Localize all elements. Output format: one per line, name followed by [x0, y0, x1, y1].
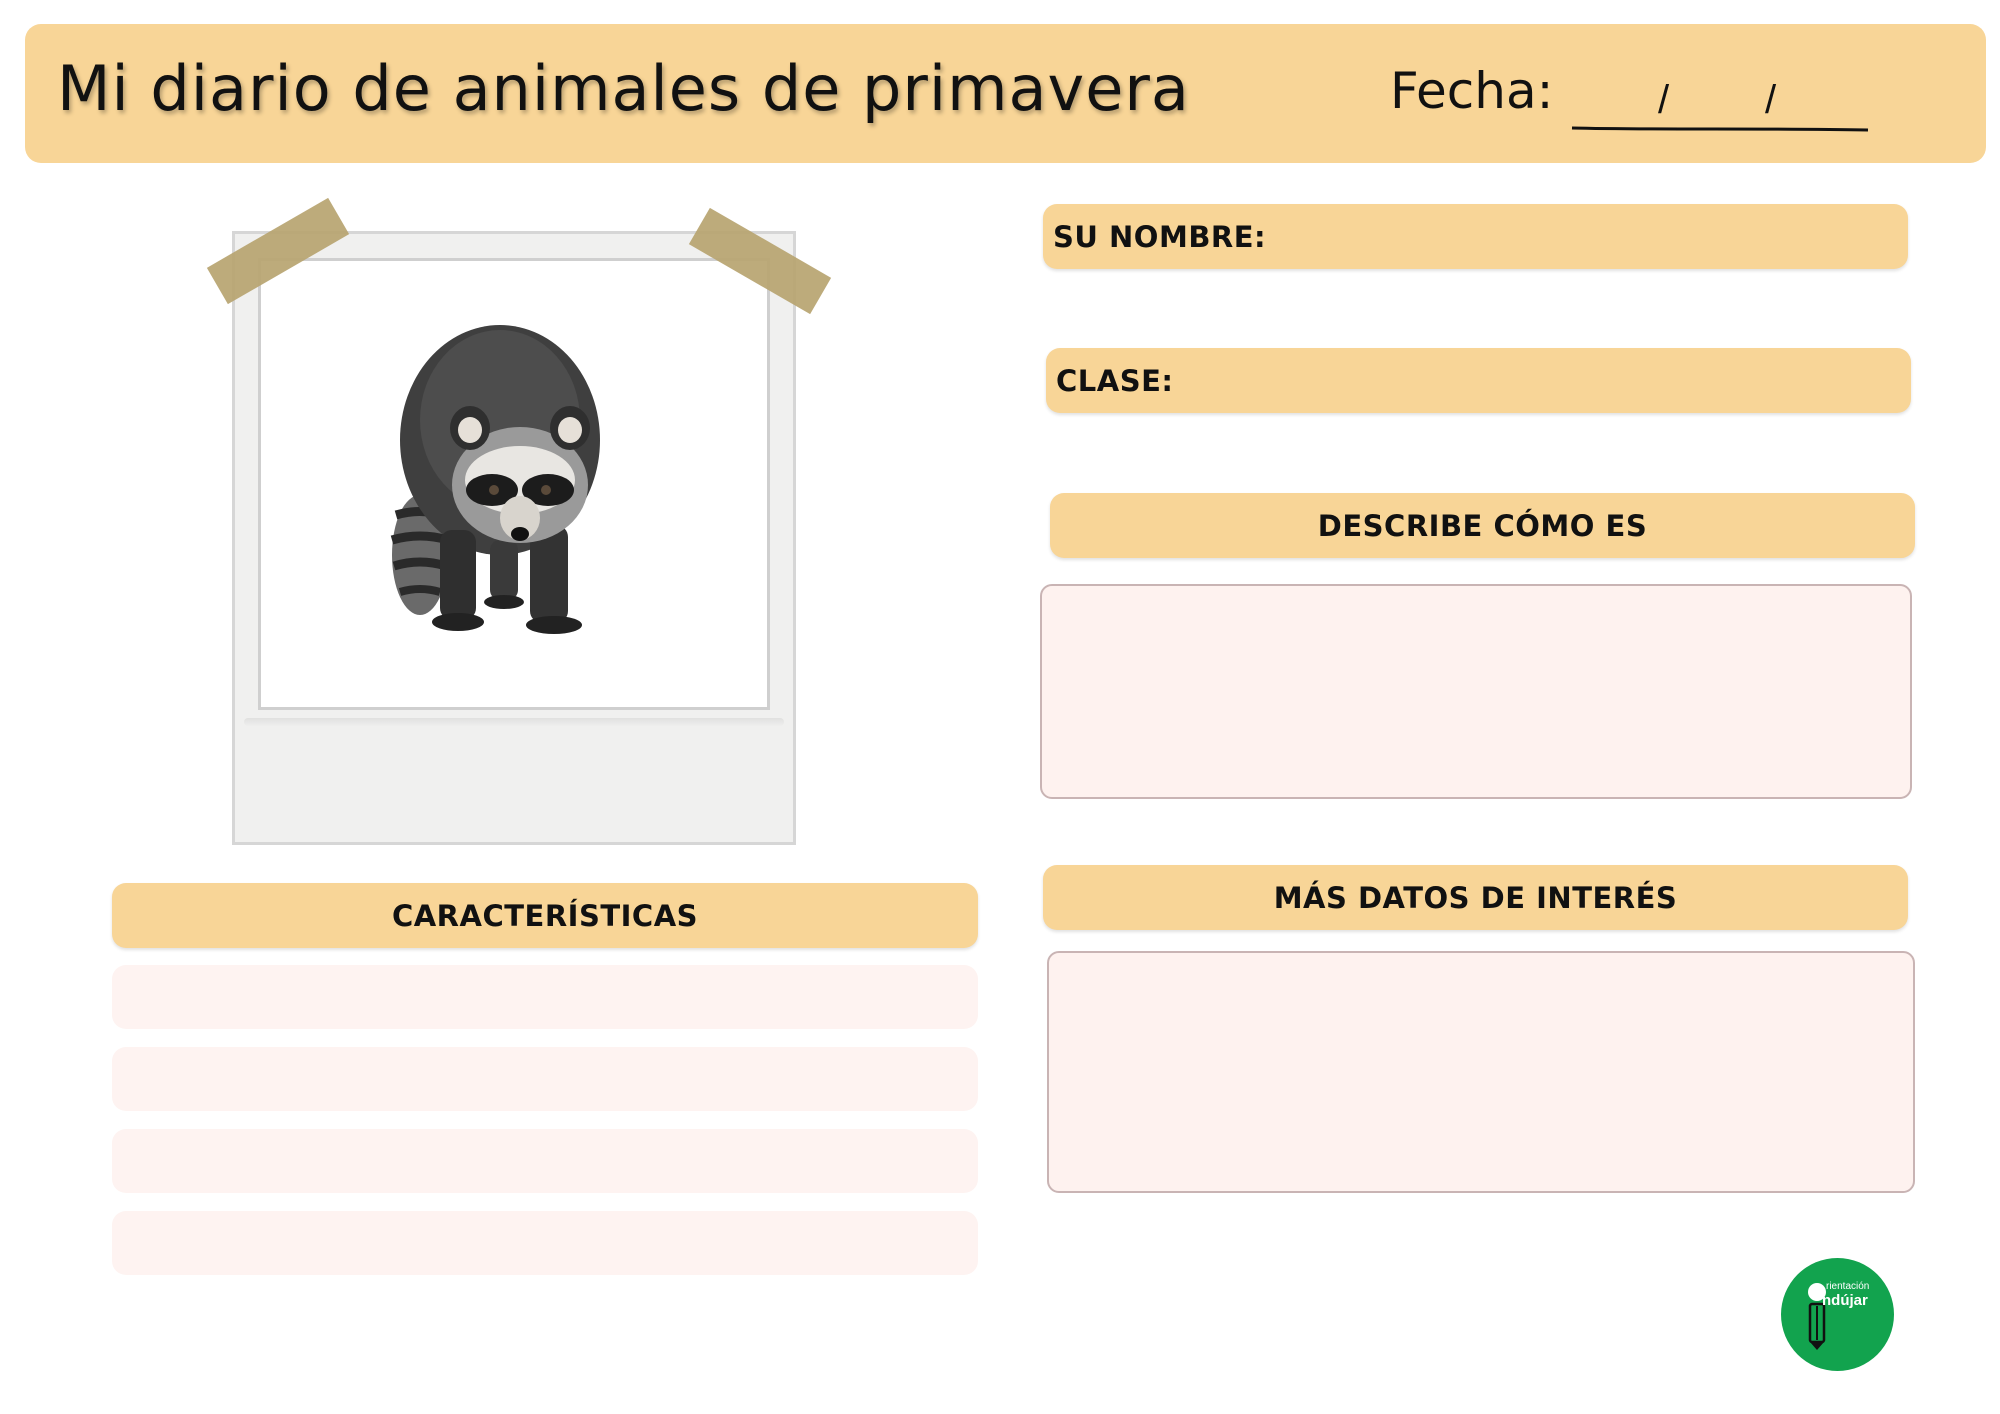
characteristics-header: CARACTERÍSTICAS [112, 883, 978, 948]
logo-text-line1: rientación [1826, 1281, 1870, 1292]
class-label: CLASE: [1056, 363, 1174, 398]
characteristic-line-2[interactable] [112, 1047, 978, 1111]
logo [1781, 1258, 1894, 1371]
more-data-title: MÁS DATOS DE INTERÉS [1273, 880, 1678, 915]
name-field[interactable]: SU NOMBRE: [1043, 204, 1908, 269]
date-separator-2: / [1765, 78, 1777, 122]
describe-header: DESCRIBE CÓMO ES [1050, 493, 1915, 558]
characteristics-title: CARACTERÍSTICAS [391, 898, 699, 933]
describe-textbox[interactable] [1040, 584, 1912, 799]
name-label: SU NOMBRE: [1053, 219, 1267, 254]
date-separator-1: / [1658, 78, 1670, 122]
more-data-textbox[interactable] [1047, 951, 1915, 1193]
characteristic-line-4[interactable] [112, 1211, 978, 1275]
more-data-header: MÁS DATOS DE INTERÉS [1043, 865, 1908, 930]
characteristic-line-3[interactable] [112, 1129, 978, 1193]
date-label: Fecha: [1390, 62, 1554, 120]
photo-shadow [244, 718, 784, 726]
logo-text-line2: ndújar [1822, 1292, 1868, 1309]
class-field[interactable]: CLASE: [1046, 348, 1911, 413]
date-field[interactable]: / / [1570, 68, 1870, 138]
raccoon-icon [390, 325, 600, 634]
describe-title: DESCRIBE CÓMO ES [1317, 508, 1648, 543]
characteristic-line-1[interactable] [112, 965, 978, 1029]
page-title: Mi diario de animales de primavera [57, 52, 1190, 125]
